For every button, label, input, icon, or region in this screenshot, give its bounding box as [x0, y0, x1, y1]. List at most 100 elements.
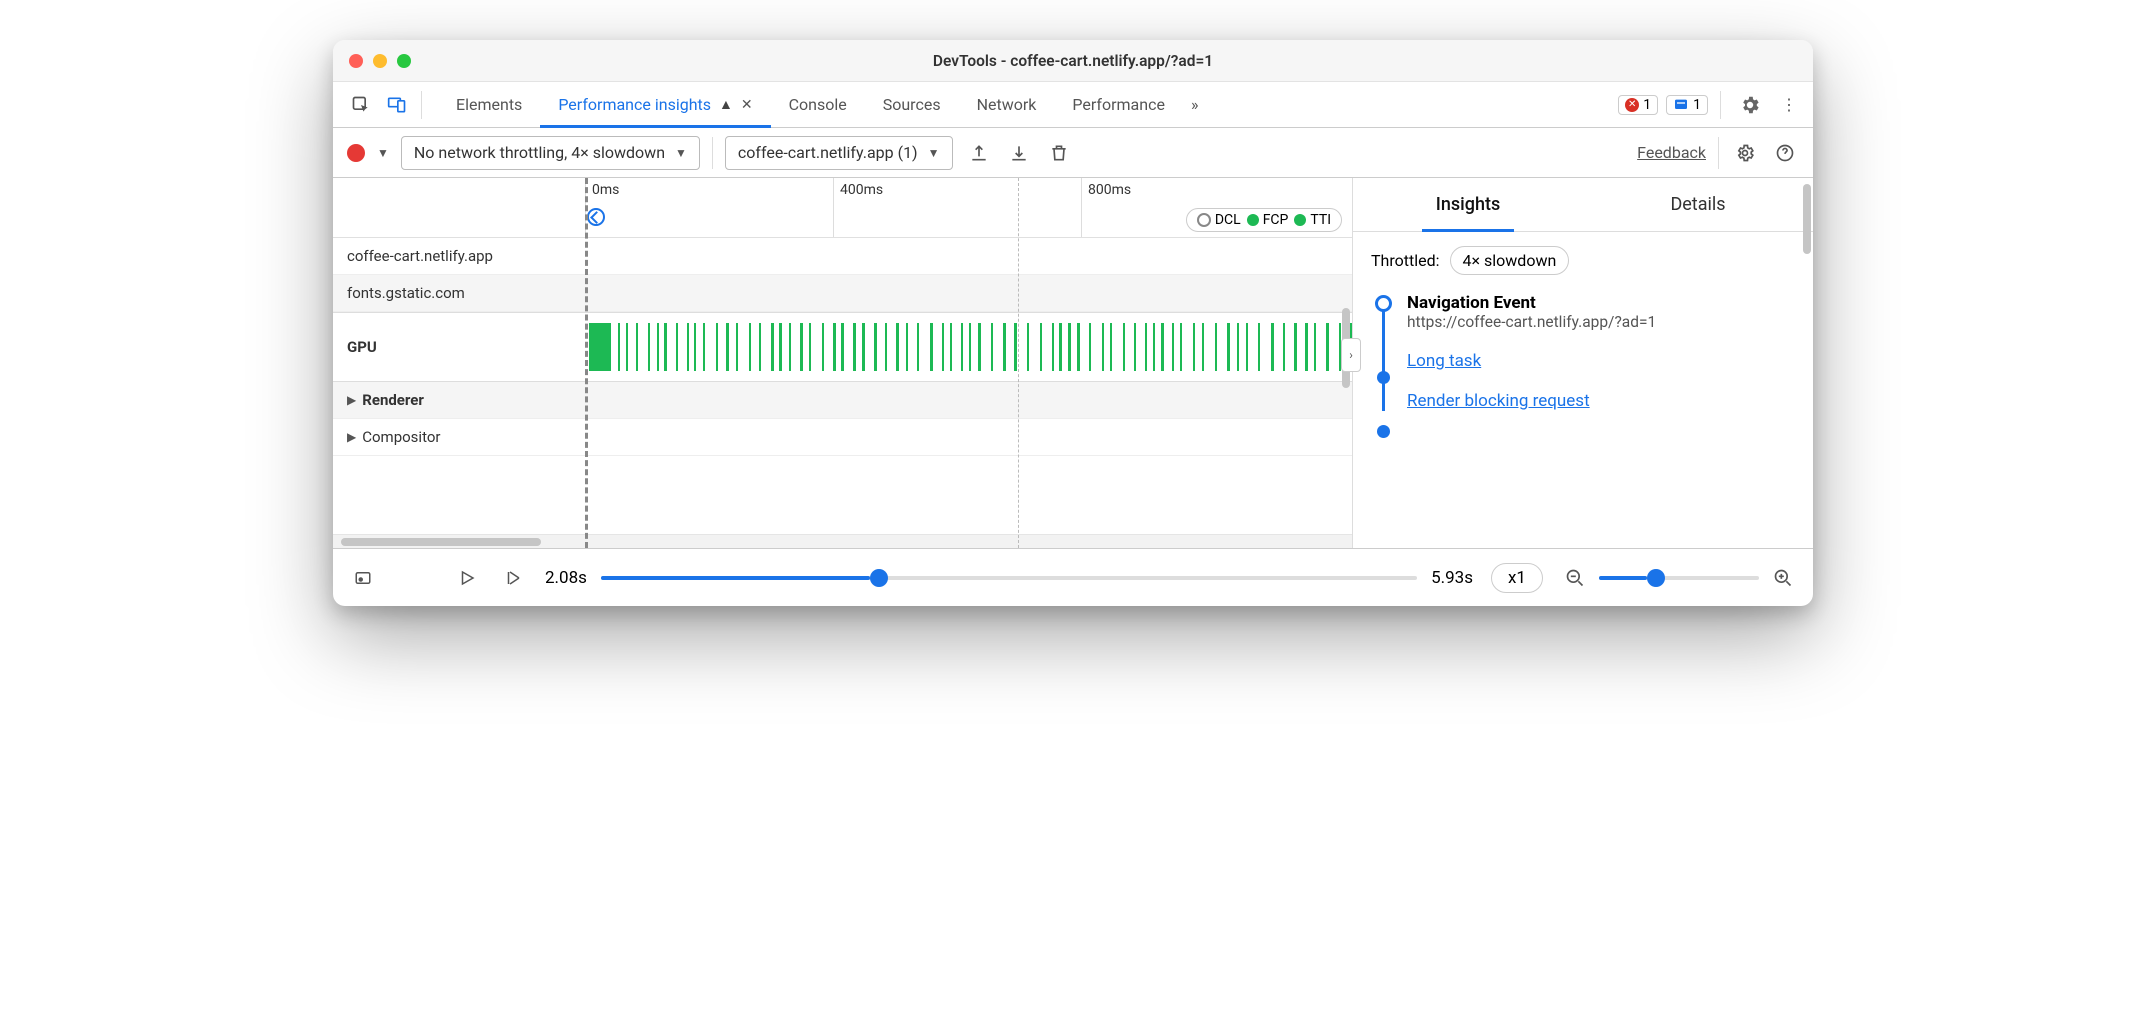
- time-slider[interactable]: [601, 576, 1417, 580]
- devtools-window: DevTools - coffee-cart.netlify.app/?ad=1…: [333, 40, 1813, 606]
- errors-badge[interactable]: ✕ 1: [1618, 95, 1658, 115]
- network-track-row[interactable]: coffee-cart.netlify.app: [333, 238, 1352, 275]
- expand-icon[interactable]: ▶: [347, 430, 356, 444]
- horizontal-scrollbar[interactable]: [333, 534, 1352, 548]
- event-url: https://coffee-cart.netlify.app/?ad=1: [1407, 313, 1795, 331]
- record-button[interactable]: [347, 144, 365, 162]
- side-body: Throttled: 4× slowdown Navigation Event …: [1353, 232, 1813, 548]
- insights-toolbar: ▼ No network throttling, 4× slowdown ▼ c…: [333, 128, 1813, 178]
- experimental-icon: ▲: [719, 96, 733, 113]
- dcl-marker-icon: [1197, 213, 1211, 227]
- divider: [1720, 91, 1721, 119]
- throttling-select[interactable]: No network throttling, 4× slowdown ▼: [401, 136, 700, 170]
- import-icon[interactable]: [1005, 139, 1033, 167]
- event-render-blocking[interactable]: Render blocking request: [1407, 391, 1795, 411]
- play-icon[interactable]: [453, 564, 481, 592]
- inspect-element-icon[interactable]: [343, 87, 379, 123]
- track-label: fonts.gstatic.com: [347, 284, 465, 302]
- error-icon: ✕: [1625, 98, 1639, 112]
- ruler-tick: 800ms: [1081, 178, 1131, 237]
- divider: [712, 137, 713, 169]
- throttling-status: Throttled: 4× slowdown: [1371, 246, 1795, 275]
- fcp-marker-icon: [1247, 214, 1259, 226]
- metric-markers[interactable]: DCL FCP TTI: [1186, 208, 1342, 232]
- gpu-activity: [585, 313, 1352, 381]
- compositor-track-row[interactable]: ▶ Compositor: [333, 419, 1352, 456]
- time-range: 2.08s 5.93s: [545, 568, 1473, 588]
- event-node-icon[interactable]: [1377, 371, 1390, 384]
- tab-performance-insights[interactable]: Performance insights ▲ ✕: [540, 82, 770, 127]
- chevron-down-icon: ▼: [675, 146, 687, 160]
- screenshot-toggle-icon[interactable]: [349, 564, 377, 592]
- playhead-cursor[interactable]: [585, 178, 588, 548]
- network-track-row[interactable]: fonts.gstatic.com: [333, 275, 1352, 312]
- event-node-icon[interactable]: [1377, 425, 1390, 438]
- help-icon[interactable]: [1771, 139, 1799, 167]
- timeline-rail: [1382, 301, 1385, 411]
- track-label: Compositor: [362, 428, 440, 446]
- event-navigation[interactable]: Navigation Event https://coffee-cart.net…: [1407, 293, 1795, 331]
- ruler-tick: 400ms: [833, 178, 883, 237]
- collapse-sidepane-icon[interactable]: ›: [1341, 338, 1361, 372]
- renderer-track-row[interactable]: ▶ Renderer: [333, 382, 1352, 419]
- side-tab-details[interactable]: Details: [1583, 178, 1813, 231]
- time-start-label: 2.08s: [545, 568, 587, 588]
- titlebar: DevTools - coffee-cart.netlify.app/?ad=1: [333, 40, 1813, 82]
- event-title: Navigation Event: [1407, 293, 1795, 313]
- tab-network[interactable]: Network: [959, 82, 1055, 127]
- event-link[interactable]: Render blocking request: [1407, 391, 1590, 411]
- time-end-label: 5.93s: [1431, 568, 1473, 588]
- zoom-out-icon[interactable]: [1561, 564, 1589, 592]
- chevron-down-icon: ▼: [928, 146, 940, 160]
- settings-icon[interactable]: [1733, 94, 1767, 116]
- time-ruler[interactable]: 0ms 400ms 800ms DCL FCP TTI: [333, 178, 1352, 238]
- navigation-marker-icon[interactable]: [587, 208, 605, 226]
- event-long-task[interactable]: Long task: [1407, 351, 1795, 371]
- event-link[interactable]: Long task: [1407, 351, 1481, 371]
- divider: [1718, 137, 1719, 169]
- track-label: GPU: [347, 338, 377, 356]
- divider: [421, 91, 422, 119]
- expand-icon[interactable]: ▶: [347, 393, 356, 407]
- ruler-tick: 0ms: [585, 178, 619, 237]
- export-icon[interactable]: [965, 139, 993, 167]
- close-tab-icon[interactable]: ✕: [741, 97, 753, 113]
- panel-tabs: Elements Performance insights ▲ ✕ Consol…: [438, 82, 1206, 127]
- tab-performance[interactable]: Performance: [1054, 82, 1183, 127]
- playback-footer: 2.08s 5.93s x1: [333, 548, 1813, 606]
- insights-side-pane: › Insights Details Throttled: 4× slowdow…: [1353, 178, 1813, 548]
- zoom-slider[interactable]: [1599, 576, 1759, 580]
- side-tab-insights[interactable]: Insights: [1353, 178, 1583, 231]
- skip-back-icon[interactable]: [499, 564, 527, 592]
- gpu-track-row[interactable]: GPU: [333, 312, 1352, 382]
- more-menu-icon[interactable]: ⋮: [1775, 95, 1803, 114]
- track-label: coffee-cart.netlify.app: [347, 247, 493, 265]
- main-area: 0ms 400ms 800ms DCL FCP TTI coffee-cart.…: [333, 178, 1813, 548]
- delete-icon[interactable]: [1045, 139, 1073, 167]
- track-label: Renderer: [362, 391, 424, 409]
- throttled-label: Throttled:: [1371, 251, 1440, 270]
- side-tabs: Insights Details: [1353, 178, 1813, 232]
- device-toolbar-icon[interactable]: [379, 87, 415, 123]
- issue-icon: [1673, 97, 1689, 113]
- zoom-in-icon[interactable]: [1769, 564, 1797, 592]
- tti-marker-icon: [1294, 214, 1306, 226]
- feedback-link[interactable]: Feedback: [1637, 143, 1706, 162]
- recording-select[interactable]: coffee-cart.netlify.app (1) ▼: [725, 136, 953, 170]
- tab-console[interactable]: Console: [771, 82, 865, 127]
- playback-speed[interactable]: x1: [1491, 563, 1543, 593]
- panel-tabbar: Elements Performance insights ▲ ✕ Consol…: [333, 82, 1813, 128]
- issues-badge[interactable]: 1: [1666, 95, 1708, 115]
- more-tabs-icon[interactable]: »: [1183, 95, 1207, 114]
- panel-settings-icon[interactable]: [1731, 139, 1759, 167]
- throttled-chip[interactable]: 4× slowdown: [1450, 246, 1570, 275]
- timeline-pane: 0ms 400ms 800ms DCL FCP TTI coffee-cart.…: [333, 178, 1353, 548]
- tab-sources[interactable]: Sources: [865, 82, 959, 127]
- zoom-controls: [1561, 564, 1797, 592]
- event-timeline: Navigation Event https://coffee-cart.net…: [1371, 293, 1795, 411]
- window-title: DevTools - coffee-cart.netlify.app/?ad=1: [333, 52, 1813, 70]
- tab-elements[interactable]: Elements: [438, 82, 540, 127]
- nav-event-node-icon[interactable]: [1375, 295, 1392, 312]
- record-menu-caret[interactable]: ▼: [377, 146, 389, 160]
- guide-line: [1018, 178, 1019, 548]
